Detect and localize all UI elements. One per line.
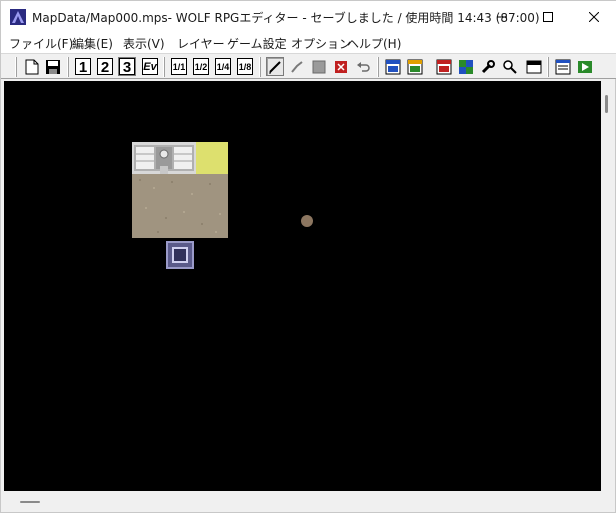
horizontal-scrollbar[interactable]: [4, 491, 615, 512]
zoom-1-2-label: 1/2: [193, 58, 209, 75]
zoom-1-4-label: 1/4: [215, 58, 231, 75]
rect-tool-button[interactable]: [310, 57, 328, 76]
tileset-settings-button[interactable]: [457, 57, 475, 76]
map-tiles: [132, 142, 228, 238]
save-button[interactable]: [44, 57, 62, 76]
toolbar-separator: [547, 57, 549, 77]
layer-3-label: 3: [119, 58, 135, 76]
menu-game-settings[interactable]: ゲーム設定: [227, 35, 287, 52]
ground-tile: [132, 174, 228, 238]
event-marker[interactable]: [166, 241, 194, 269]
toolbar-separator: [259, 57, 261, 77]
magnifier-icon: [503, 59, 517, 74]
wrench-icon: [481, 59, 495, 73]
tileset-icon: [459, 59, 473, 74]
minimize-icon: [497, 16, 507, 18]
system-db-icon: [436, 59, 452, 74]
fill-bucket-icon: [335, 60, 347, 73]
zoom-1-4-button[interactable]: 1/4: [214, 57, 232, 76]
maximize-icon: [543, 12, 553, 22]
user-db-icon: [385, 59, 401, 74]
toolbar-separator: [163, 57, 165, 77]
vertical-scroll-thumb[interactable]: [605, 95, 608, 113]
line-tool-button[interactable]: [288, 57, 306, 76]
layer-1-button[interactable]: 1: [74, 57, 92, 76]
event-marker-icon: [172, 247, 188, 263]
undo-icon: [357, 61, 370, 72]
line-tool-icon: [291, 60, 303, 73]
play-arrow-icon: [578, 60, 592, 73]
fill-tool-button[interactable]: [332, 57, 350, 76]
toolbar: 1 2 3 Ev 1/1 1/2 1/4 1/8: [1, 53, 616, 79]
ground-texture-icon: [132, 174, 228, 238]
editor-window: MapData/Map000.mps- WOLF RPGエディター - セーブし…: [0, 0, 616, 513]
menu-bar: ファイル(F) 編集(E) 表示(V) レイヤー ゲーム設定 オプション ヘルプ…: [1, 33, 616, 53]
building-wall-icon: [132, 142, 196, 174]
zoom-1-1-label: 1/1: [171, 58, 187, 75]
event-layer-button[interactable]: Ev: [141, 57, 159, 76]
rect-fill-icon: [312, 60, 326, 73]
pencil-tool-button[interactable]: [266, 57, 284, 76]
event-layer-label: Ev: [142, 58, 158, 75]
window-list-icon: [555, 59, 571, 74]
menu-edit[interactable]: 編集(E): [72, 35, 113, 52]
zoom-1-1-button[interactable]: 1/1: [170, 57, 188, 76]
menu-file[interactable]: ファイル(F): [9, 35, 73, 52]
zoom-1-8-button[interactable]: 1/8: [236, 57, 254, 76]
menu-layer[interactable]: レイヤー: [177, 35, 225, 52]
run-game-button[interactable]: [576, 57, 594, 76]
building-tile: [132, 142, 196, 174]
settings-tool-button[interactable]: [479, 57, 497, 76]
title-bar[interactable]: MapData/Map000.mps- WOLF RPGエディター - セーブし…: [1, 1, 616, 33]
close-icon: [589, 12, 599, 22]
toolbar-grip[interactable]: [15, 57, 17, 77]
minimize-button[interactable]: [479, 1, 525, 33]
wolf-app-icon: [10, 9, 26, 25]
layer-2-label: 2: [97, 58, 113, 76]
changeable-database-button[interactable]: [406, 57, 424, 76]
game-settings-button[interactable]: [554, 57, 572, 76]
undo-button[interactable]: [354, 57, 372, 76]
menu-help[interactable]: ヘルプ(H): [347, 35, 401, 52]
vertical-scrollbar[interactable]: [601, 81, 615, 491]
zoom-1-2-button[interactable]: 1/2: [192, 57, 210, 76]
layer-2-button[interactable]: 2: [96, 57, 114, 76]
map-select-button[interactable]: [525, 57, 543, 76]
window-title: MapData/Map000.mps- WOLF RPGエディター - セーブし…: [32, 11, 540, 25]
new-file-button[interactable]: [23, 57, 41, 76]
close-button[interactable]: [571, 1, 616, 33]
rock-object: [301, 215, 313, 227]
test-play-button[interactable]: [501, 57, 519, 76]
toolbar-separator: [377, 57, 379, 77]
menu-options[interactable]: オプション: [291, 35, 351, 52]
yellow-tile: [196, 142, 228, 174]
system-database-button[interactable]: [435, 57, 453, 76]
new-file-icon: [25, 59, 39, 74]
horizontal-scroll-thumb[interactable]: [20, 501, 40, 503]
pencil-icon: [269, 60, 281, 73]
layer-3-button[interactable]: 3: [118, 57, 136, 76]
map-icon: [526, 60, 542, 73]
user-database-button[interactable]: [384, 57, 402, 76]
toolbar-separator: [67, 57, 69, 77]
layer-1-label: 1: [75, 58, 91, 76]
maximize-button[interactable]: [525, 1, 571, 33]
menu-view[interactable]: 表示(V): [123, 35, 165, 52]
map-canvas[interactable]: [4, 81, 601, 491]
zoom-1-8-label: 1/8: [237, 58, 253, 75]
save-icon: [46, 59, 60, 74]
changeable-db-icon: [407, 59, 423, 74]
